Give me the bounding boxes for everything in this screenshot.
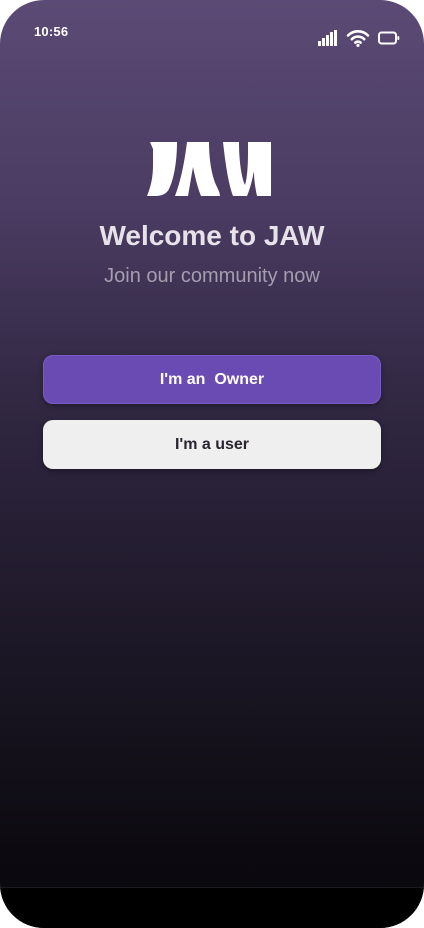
user-button[interactable]: I'm a user <box>43 420 381 469</box>
user-button-label: I'm a user <box>174 435 250 453</box>
battery-icon <box>378 31 400 50</box>
status-bar: 10:56 <box>0 0 424 60</box>
welcome-subtitle: Join our community now <box>104 265 320 287</box>
welcome-title: Welcome to JAW <box>99 220 325 251</box>
owner-button[interactable]: I'm an Owner <box>43 355 381 404</box>
status-time: 10:56 <box>34 24 69 39</box>
app-screen: 10:56 Welcome to JAW Join our community … <box>0 0 424 928</box>
status-icons <box>318 29 400 52</box>
bottom-bar <box>0 888 424 928</box>
owner-button-label: I'm an Owner <box>159 370 265 388</box>
wifi-icon <box>346 29 370 52</box>
cellular-signal-icon <box>318 30 338 51</box>
jaw-logo <box>147 141 271 197</box>
